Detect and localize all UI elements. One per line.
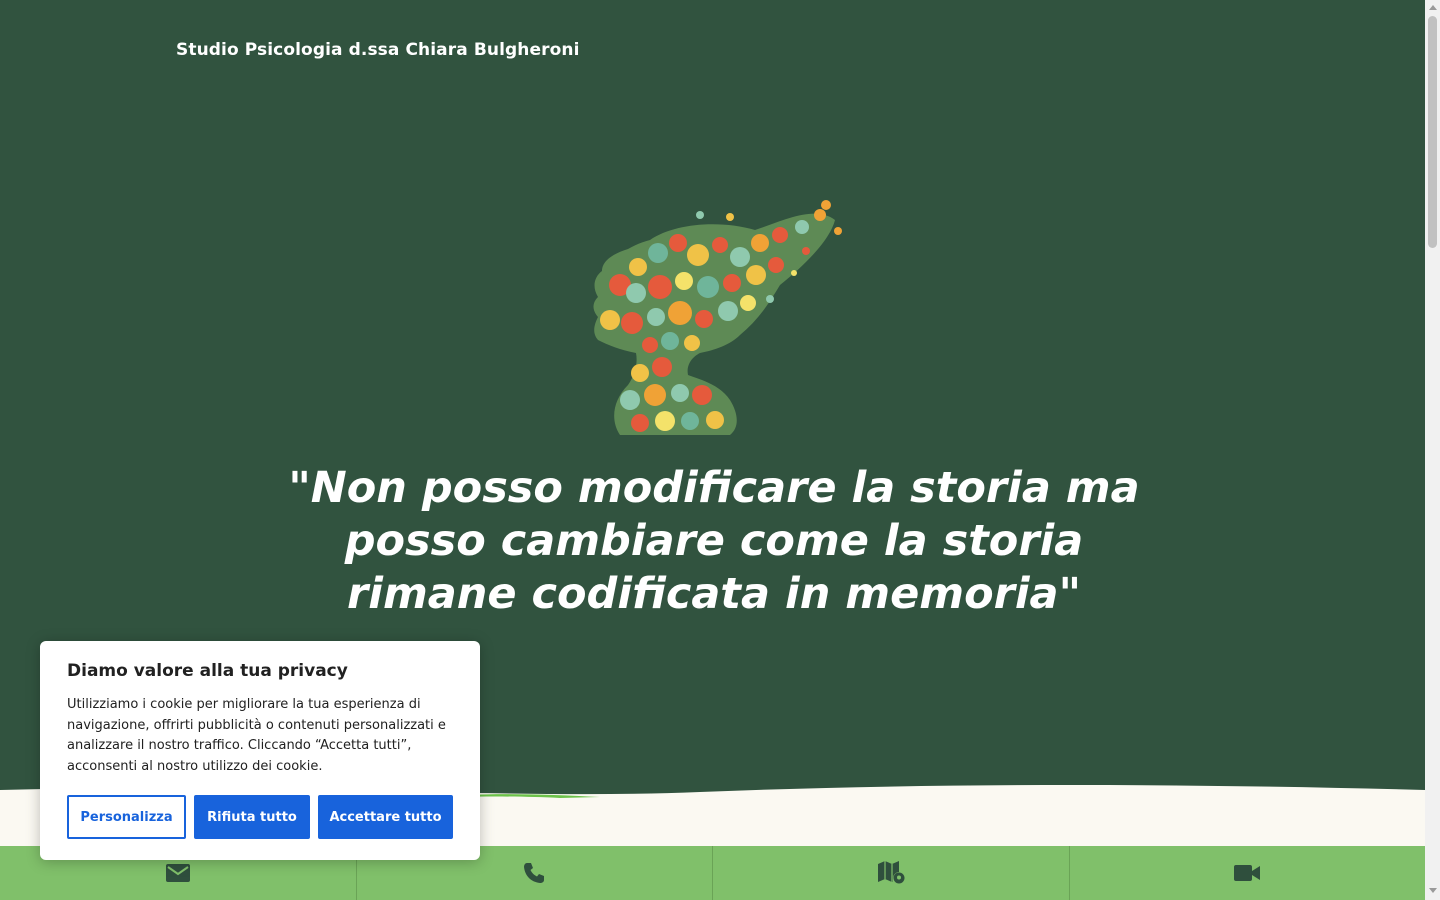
floral-woman-silhouette-image [593, 200, 842, 435]
cookie-banner-title: Diamo valore alla tua privacy [67, 661, 348, 681]
video-call-contact-button[interactable] [1068, 846, 1426, 900]
video-call-icon [1234, 865, 1261, 881]
map-icon [877, 861, 905, 884]
phone-icon [524, 863, 545, 883]
site-brand[interactable]: Studio Psicologia d.ssa Chiara Bulgheron… [176, 40, 580, 60]
scrollbar[interactable] [1425, 0, 1440, 900]
scroll-thumb[interactable] [1428, 16, 1437, 248]
customize-button[interactable]: Personalizza [67, 795, 186, 839]
reject-all-button[interactable]: Rifiuta tutto [194, 795, 310, 839]
cookie-consent-banner: Diamo valore alla tua privacy Utilizziam… [40, 641, 480, 860]
scroll-down-arrow-icon[interactable] [1429, 888, 1437, 893]
email-icon [165, 864, 190, 882]
map-contact-button[interactable] [712, 846, 1069, 900]
accept-all-button[interactable]: Accettare tutto [318, 795, 453, 839]
cookie-banner-actions: Personalizza Rifiuta tutto Accettare tut… [67, 795, 453, 839]
scroll-up-arrow-icon[interactable] [1429, 5, 1437, 10]
hero-quote: "Non posso modificare la storia ma posso… [288, 463, 1140, 619]
cookie-banner-text: Utilizziamo i cookie per migliorare la t… [67, 697, 446, 774]
